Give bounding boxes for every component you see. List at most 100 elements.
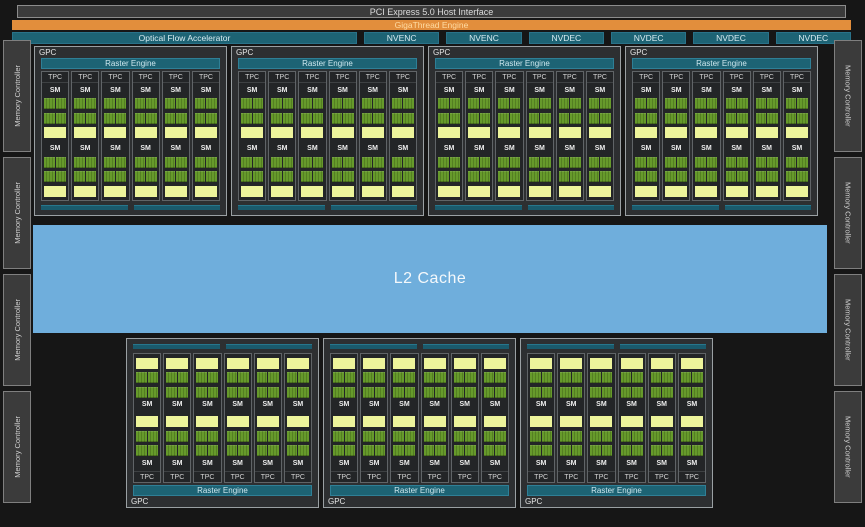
sm-block: SM [331, 413, 357, 472]
sm-block: SM [133, 83, 159, 142]
green-block-row [286, 386, 309, 398]
green-cell [363, 445, 374, 456]
green-cell [600, 156, 611, 168]
yellow-block [333, 416, 356, 427]
green-cell [590, 372, 601, 383]
green-cell [55, 112, 67, 124]
raster-engine-bar: Raster Engine [527, 485, 706, 496]
green-block-row [301, 98, 324, 109]
yellow-block [286, 416, 309, 427]
green-cell [495, 430, 506, 442]
yellow-block [560, 416, 583, 427]
raster-engine-bar: Raster Engine [632, 58, 811, 69]
green-cell [176, 98, 187, 109]
sm-block: SM [102, 83, 128, 142]
green-block-row [331, 156, 354, 168]
green-cell [558, 112, 570, 124]
green-cell [74, 171, 85, 182]
green-cell [601, 386, 613, 398]
green-block-row [530, 430, 553, 442]
green-cell [404, 430, 416, 442]
memory-controller-right-3: Memory Controller [834, 274, 862, 386]
sm-block: SM [754, 83, 780, 142]
sm-label: SM [429, 401, 440, 408]
green-cell [528, 156, 540, 168]
green-cell [449, 112, 461, 124]
tpc-block: TPC SM SM [585, 71, 615, 201]
green-block-row [695, 156, 718, 168]
sm-label: SM [761, 145, 773, 152]
sm-block: SM [330, 142, 356, 201]
sm-label: SM [504, 145, 515, 152]
tpc-label: TPC [254, 471, 281, 482]
green-cell [207, 372, 219, 383]
green-block-row [166, 445, 189, 456]
tpc-label: TPC [421, 471, 448, 482]
green-cell [588, 98, 600, 109]
green-cell [146, 156, 157, 168]
tpc-label: TPC [451, 471, 478, 482]
yellow-block [333, 357, 356, 369]
sm-block: SM [496, 142, 522, 201]
green-cell [282, 171, 294, 182]
green-cell [541, 445, 553, 456]
tpc-block: TPC SM SM [662, 71, 691, 201]
green-cell [498, 112, 509, 124]
yellow-block [104, 127, 127, 138]
tpc-row: TPC SM SM TPC SM SM TPC SM SM TPC SM SM TPC SM SM TPC SM… [527, 353, 707, 483]
yellow-block [361, 185, 384, 197]
tpc-block: TPC SM SM [298, 71, 327, 201]
green-cell [361, 171, 373, 182]
green-block-row [498, 171, 521, 182]
green-block-row [725, 98, 748, 109]
tpc-row: TPC SM SM TPC SM SM TPC SM SM TPC SM SM TPC SM SM TPC SM… [632, 71, 812, 201]
green-cell [453, 430, 465, 442]
tpc-block: TPC SM SM [647, 353, 676, 483]
green-cell [680, 445, 692, 456]
green-block-row [256, 430, 279, 442]
tpc-label: TPC [361, 471, 388, 482]
green-block-row [331, 112, 354, 124]
green-cell [271, 98, 282, 109]
sm-label: SM [399, 401, 410, 408]
green-cell [632, 372, 643, 383]
yellow-block [453, 416, 476, 427]
tpc-label: TPC [329, 72, 356, 83]
green-cell [423, 386, 435, 398]
tpc-label: TPC [42, 72, 69, 83]
green-cell [449, 171, 461, 182]
green-block-row [620, 445, 643, 456]
sm-label: SM [443, 145, 455, 152]
sm-block: SM [528, 354, 554, 413]
green-cell [177, 445, 189, 456]
green-cell [393, 386, 404, 398]
sm-label: SM [110, 86, 121, 94]
green-cell [403, 112, 414, 124]
tpc-label: TPC [359, 72, 386, 83]
green-cell [590, 430, 601, 442]
tpc-row: TPC SM SM TPC SM SM TPC SM SM TPC SM SM TPC SM SM TPC SM… [133, 353, 313, 483]
green-cell [695, 98, 706, 109]
green-cell [374, 445, 386, 456]
gpc-bottom-bars [527, 344, 706, 349]
green-cell [361, 112, 373, 124]
tpc-label: TPC [496, 72, 523, 83]
sm-label: SM [656, 459, 668, 467]
green-cell [706, 112, 718, 124]
tpc-block: TPC SM SM [495, 71, 524, 201]
green-cell [468, 156, 479, 168]
green-block-row [590, 386, 613, 398]
yellow-block [423, 416, 446, 427]
green-cell [252, 112, 264, 124]
sm-block: SM [663, 142, 689, 201]
green-cell [85, 156, 97, 168]
green-cell [632, 445, 643, 456]
green-cell [680, 372, 692, 383]
green-cell [435, 430, 446, 442]
green-cell [530, 445, 541, 456]
yellow-block [453, 357, 476, 369]
sm-label: SM [791, 86, 803, 94]
green-block-row [725, 156, 748, 168]
green-cell [558, 156, 570, 168]
sm-block: SM [633, 83, 659, 142]
